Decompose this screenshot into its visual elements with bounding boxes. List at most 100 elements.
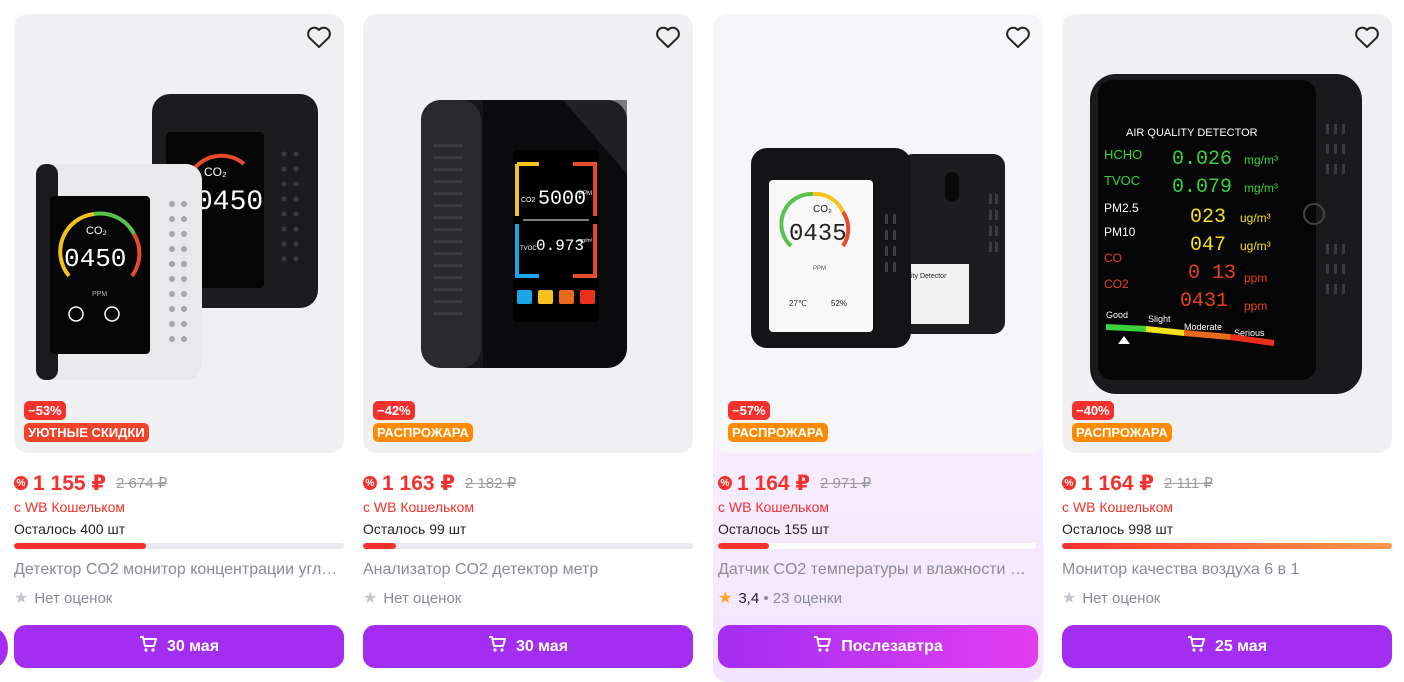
favorite-heart-icon[interactable] bbox=[1003, 22, 1033, 52]
old-price: 2 674 ₽ bbox=[116, 475, 168, 492]
product-title[interactable]: Монитор качества воздуха 6 в 1 bbox=[1062, 560, 1392, 580]
svg-text:PPM: PPM bbox=[92, 291, 107, 298]
wallet-discount-icon: % bbox=[14, 476, 28, 490]
cart-icon bbox=[1187, 636, 1205, 657]
stock-bar-fill bbox=[14, 543, 146, 549]
svg-text:Slight: Slight bbox=[1148, 314, 1171, 324]
star-grey-icon: ★ bbox=[1062, 590, 1077, 607]
discount-badge: −53% bbox=[24, 401, 66, 420]
delivery-date: 30 мая bbox=[166, 637, 220, 655]
svg-text:Good: Good bbox=[1106, 310, 1128, 320]
co2-temp-humidity-sensor-image: ity Detector CO₂ 0435 PPM 27℃ 52% bbox=[751, 148, 1005, 348]
rating: ★ Нет оценок bbox=[363, 589, 693, 609]
product-card[interactable]: ity Detector CO₂ 0435 PPM 27℃ 52% −57% Р… bbox=[713, 14, 1048, 682]
favorite-heart-icon[interactable] bbox=[1352, 22, 1382, 52]
svg-text:CO: CO bbox=[1104, 251, 1122, 265]
carousel-prev-button[interactable] bbox=[0, 628, 8, 668]
wallet-note: с WB Кошельком bbox=[1062, 499, 1173, 515]
svg-text:mg/m³: mg/m³ bbox=[578, 238, 593, 244]
svg-text:0.079: 0.079 bbox=[1172, 176, 1232, 199]
price: 1 163 ₽ bbox=[382, 471, 455, 495]
stock-left: Осталось 998 шт bbox=[1062, 521, 1174, 537]
svg-text:CO₂: CO₂ bbox=[86, 225, 107, 237]
star-grey-icon: ★ bbox=[14, 590, 29, 607]
stock-bar-fill bbox=[1062, 543, 1392, 549]
add-to-cart-button[interactable]: 25 мая bbox=[1062, 625, 1392, 668]
svg-text:0450: 0450 bbox=[196, 187, 263, 218]
product-image[interactable]: CO2 5000 PPM TVOC 0.973 mg/m³ −42% РАСПР… bbox=[363, 14, 693, 453]
svg-text:0435: 0435 bbox=[789, 221, 847, 248]
badges: −40% РАСПРОЖАРА bbox=[1072, 401, 1172, 442]
price: 1 164 ₽ bbox=[737, 471, 810, 495]
stock-bar-fill bbox=[718, 543, 769, 549]
stock-bar-fill bbox=[363, 543, 396, 549]
wallet-discount-icon: % bbox=[1062, 476, 1076, 490]
add-to-cart-button[interactable]: 30 мая bbox=[14, 625, 344, 668]
svg-text:CO₂: CO₂ bbox=[813, 204, 832, 215]
product-card[interactable]: AIR QUALITY DETECTOR HCHO 0.026 mg/m³ TV… bbox=[1062, 14, 1392, 682]
svg-text:ppm: ppm bbox=[1244, 271, 1267, 285]
product-image[interactable]: ity Detector CO₂ 0435 PPM 27℃ 52% −57% Р… bbox=[713, 14, 1043, 453]
svg-text:0431: 0431 bbox=[1180, 290, 1228, 313]
svg-text:ug/m³: ug/m³ bbox=[1240, 211, 1271, 225]
svg-text:023: 023 bbox=[1190, 206, 1226, 229]
product-image[interactable]: AIR QUALITY DETECTOR HCHO 0.026 mg/m³ TV… bbox=[1062, 14, 1392, 453]
stock-left: Осталось 99 шт bbox=[363, 521, 467, 537]
svg-text:0.026: 0.026 bbox=[1172, 148, 1232, 171]
svg-text:TVOC: TVOC bbox=[1104, 173, 1140, 188]
svg-text:PPM: PPM bbox=[579, 191, 592, 197]
add-to-cart-button[interactable]: 30 мая bbox=[363, 625, 693, 668]
wallet-discount-icon: % bbox=[363, 476, 377, 490]
air-quality-detector-image: AIR QUALITY DETECTOR HCHO 0.026 mg/m³ TV… bbox=[1090, 74, 1362, 394]
svg-text:52%: 52% bbox=[831, 299, 847, 308]
stock-left: Осталось 155 шт bbox=[718, 521, 830, 537]
cart-icon bbox=[813, 636, 832, 657]
old-price: 2 111 ₽ bbox=[1164, 475, 1214, 492]
favorite-heart-icon[interactable] bbox=[653, 22, 683, 52]
svg-text:CO₂: CO₂ bbox=[204, 165, 227, 179]
delivery-date: 25 мая bbox=[1214, 637, 1268, 655]
product-card[interactable]: CO₂ 0450 CO₂ 0450 PPM −53% УЮТНЫЕ СКИДКИ… bbox=[14, 14, 344, 682]
promo-badge: РАСПРОЖАРА bbox=[1072, 423, 1172, 442]
svg-text:CO2: CO2 bbox=[521, 197, 536, 204]
svg-text:PM2.5: PM2.5 bbox=[1104, 201, 1139, 215]
rating-text: Нет оценок bbox=[34, 590, 113, 607]
add-to-cart-button[interactable]: Послезавтра bbox=[718, 625, 1038, 668]
product-info: % 1 155 ₽ 2 674 ₽ с WB Кошельком Осталос… bbox=[14, 470, 344, 609]
wallet-note: с WB Кошельком bbox=[718, 499, 829, 515]
product-info: % 1 164 ₽ 2 971 ₽ с WB Кошельком Осталос… bbox=[718, 470, 1036, 609]
svg-text:27℃: 27℃ bbox=[789, 299, 807, 308]
product-title[interactable]: Датчик CO2 температуры и влажности возду… bbox=[718, 560, 1033, 580]
svg-text:047: 047 bbox=[1190, 234, 1226, 257]
product-title[interactable]: Анализатор CO2 детектор метр bbox=[363, 560, 693, 580]
star-gold-icon: ★ bbox=[718, 590, 733, 607]
product-image[interactable]: CO₂ 0450 CO₂ 0450 PPM −53% УЮТНЫЕ СКИДКИ bbox=[14, 14, 344, 453]
price: 1 164 ₽ bbox=[1081, 471, 1154, 495]
svg-text:mg/m³: mg/m³ bbox=[1244, 181, 1278, 195]
svg-text:ity Detector: ity Detector bbox=[911, 273, 947, 280]
co2-tvoc-meter-image: CO2 5000 PPM TVOC 0.973 mg/m³ bbox=[421, 100, 627, 368]
discount-badge: −57% bbox=[728, 401, 770, 420]
stock-bar bbox=[1062, 543, 1392, 549]
cart-icon bbox=[488, 636, 506, 657]
stock-bar bbox=[14, 543, 344, 549]
old-price: 2 971 ₽ bbox=[820, 475, 872, 492]
badges: −57% РАСПРОЖАРА bbox=[728, 401, 828, 442]
promo-badge: РАСПРОЖАРА bbox=[728, 423, 828, 442]
product-title[interactable]: Детектор CO2 монитор концентрации углеки… bbox=[14, 560, 344, 580]
product-info: % 1 163 ₽ 2 182 ₽ с WB Кошельком Осталос… bbox=[363, 470, 693, 609]
rating-text: Нет оценок bbox=[1082, 590, 1161, 607]
wallet-note: с WB Кошельком bbox=[363, 499, 474, 515]
rating: ★ Нет оценок bbox=[1062, 589, 1392, 609]
svg-text:0.973: 0.973 bbox=[536, 237, 584, 255]
discount-badge: −40% bbox=[1072, 401, 1114, 420]
stock-left: Осталось 400 шт bbox=[14, 521, 126, 537]
rating-score: 3,4 bbox=[738, 590, 760, 607]
product-card[interactable]: CO2 5000 PPM TVOC 0.973 mg/m³ −42% РАСПР… bbox=[363, 14, 693, 682]
badges: −42% РАСПРОЖАРА bbox=[373, 401, 473, 442]
svg-text:AIR QUALITY DETECTOR: AIR QUALITY DETECTOR bbox=[1126, 127, 1258, 139]
rating-count: • 23 оценки bbox=[763, 590, 842, 607]
svg-text:0450: 0450 bbox=[64, 244, 126, 274]
delivery-date: Послезавтра bbox=[841, 637, 943, 655]
favorite-heart-icon[interactable] bbox=[304, 22, 334, 52]
